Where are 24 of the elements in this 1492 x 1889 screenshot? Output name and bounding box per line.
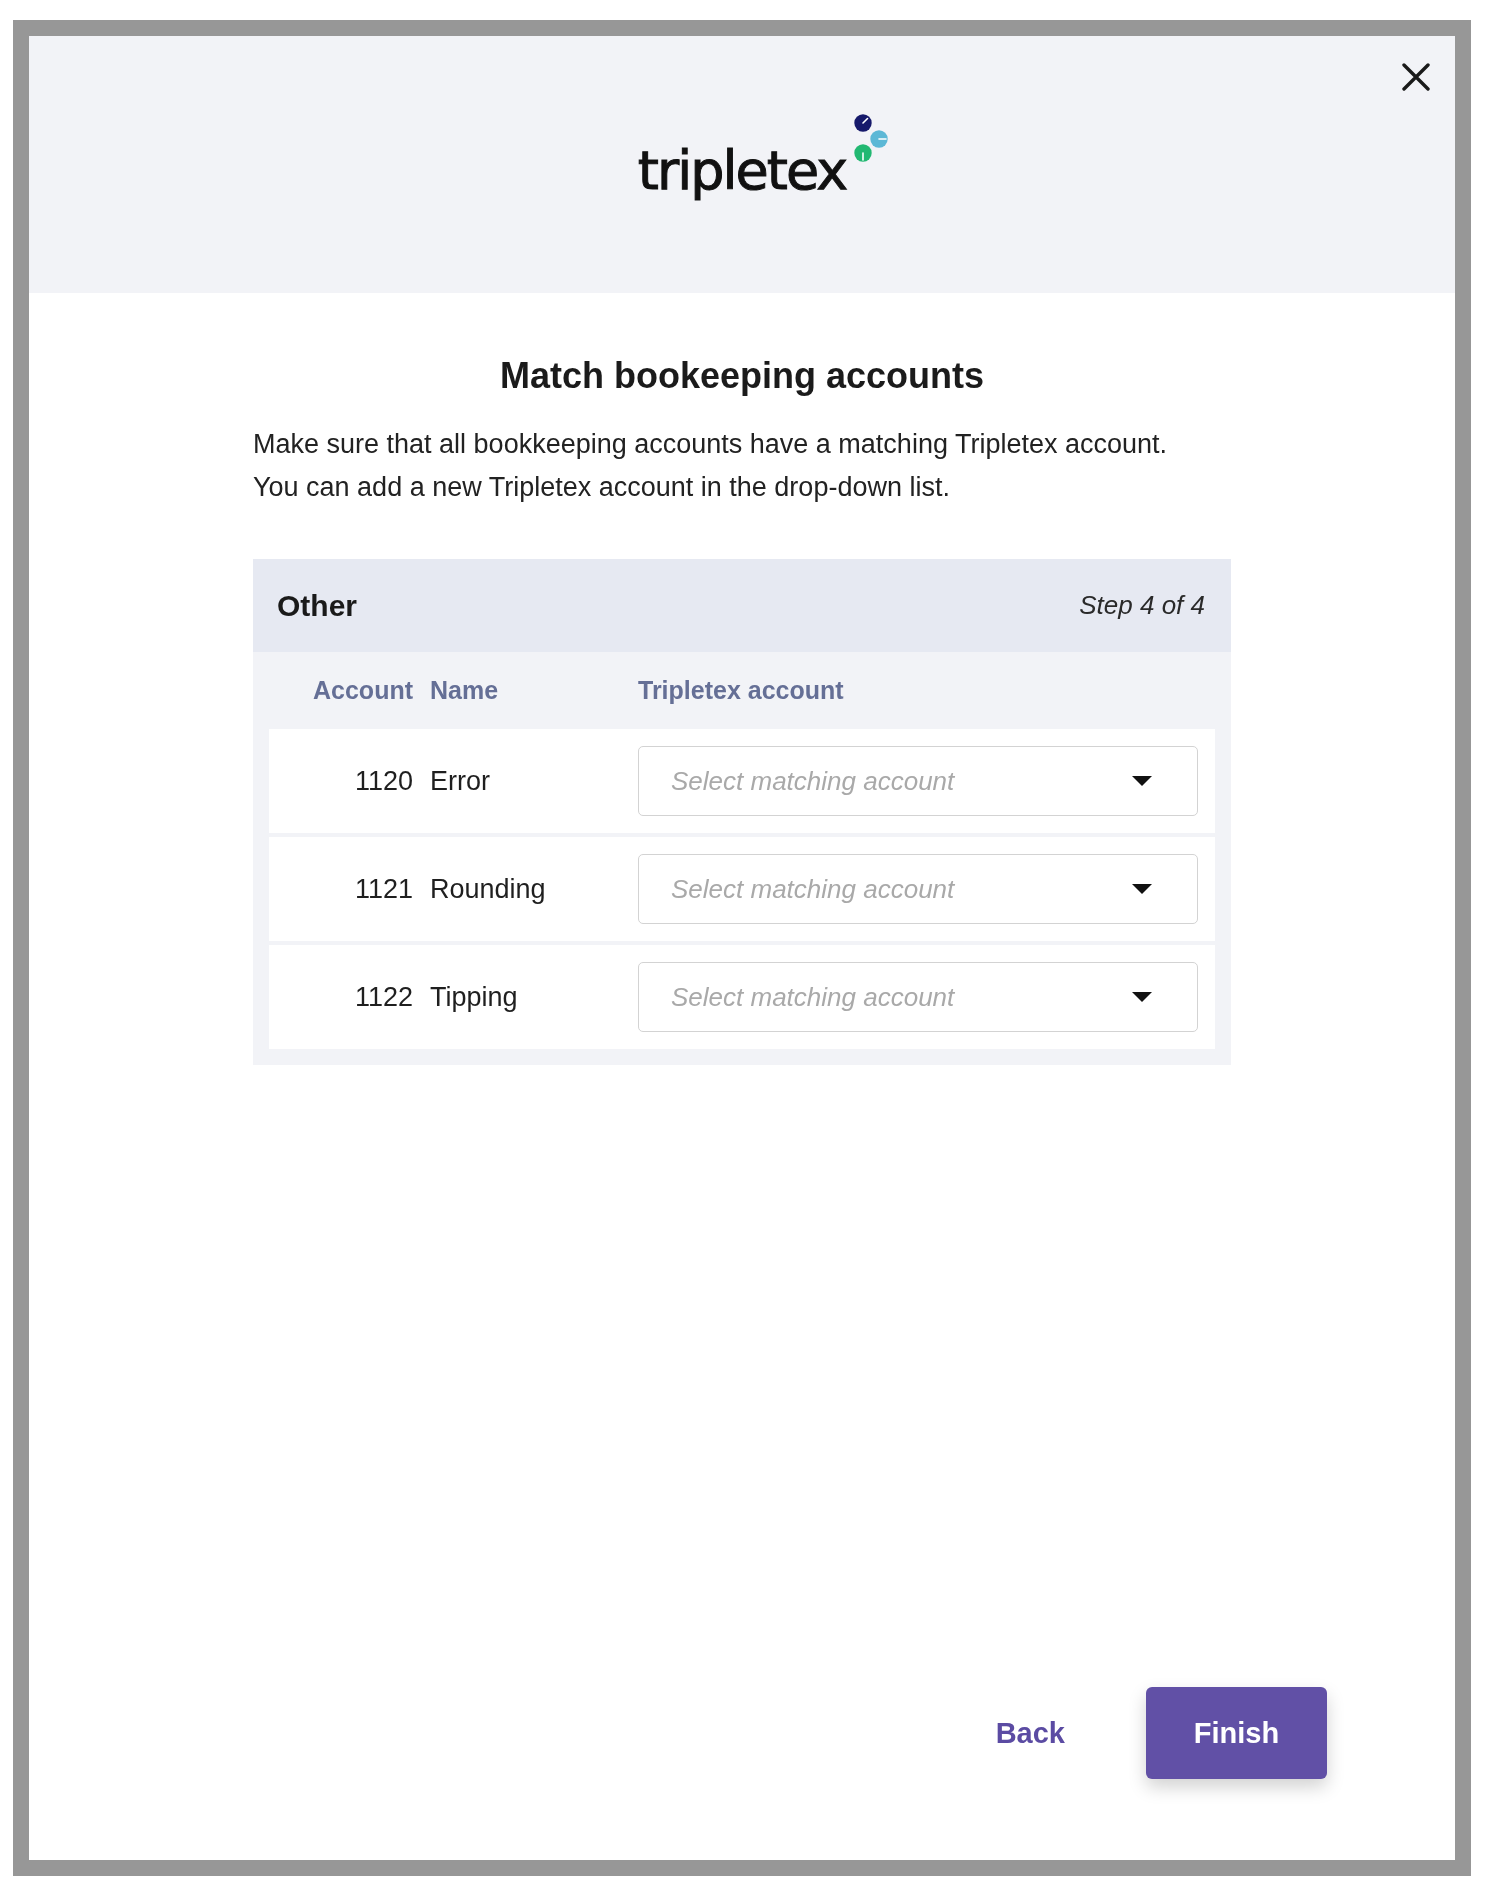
- dialog-title: Match bookeeping accounts: [498, 356, 986, 396]
- instructions-text: Make sure that all bookkeeping accounts have a matching Tripletex account. You can add a new Tripletex account in the drop-down list.: [253, 428, 1169, 504]
- logo-text: tripletex: [637, 144, 847, 198]
- caret-icon: [1132, 992, 1152, 1002]
- account-dropdown[interactable]: Select matching account: [638, 746, 1198, 816]
- account-name: Rounding: [430, 873, 547, 905]
- column-header: Name: [430, 676, 500, 705]
- back-button[interactable]: Back: [995, 1716, 1065, 1750]
- section-title: Other: [277, 588, 357, 623]
- account-number: 1120: [354, 765, 413, 797]
- account-dropdown[interactable]: Select matching account: [638, 854, 1198, 924]
- caret-icon: [1132, 776, 1152, 786]
- column-header: Tripletex account: [638, 676, 845, 705]
- column-header: Account: [313, 676, 413, 705]
- account-number: 1121: [354, 873, 413, 905]
- account-number: 1122: [354, 981, 413, 1013]
- account-name: Error: [430, 765, 491, 797]
- close-icon[interactable]: [1402, 63, 1430, 91]
- logo-icon: [854, 114, 889, 162]
- account-dropdown[interactable]: Select matching account: [638, 962, 1198, 1032]
- account-name: Tipping: [430, 981, 519, 1013]
- caret-icon: [1132, 884, 1152, 894]
- finish-button[interactable]: Finish: [1146, 1687, 1327, 1779]
- step-indicator: Step 4 of 4: [1079, 590, 1205, 621]
